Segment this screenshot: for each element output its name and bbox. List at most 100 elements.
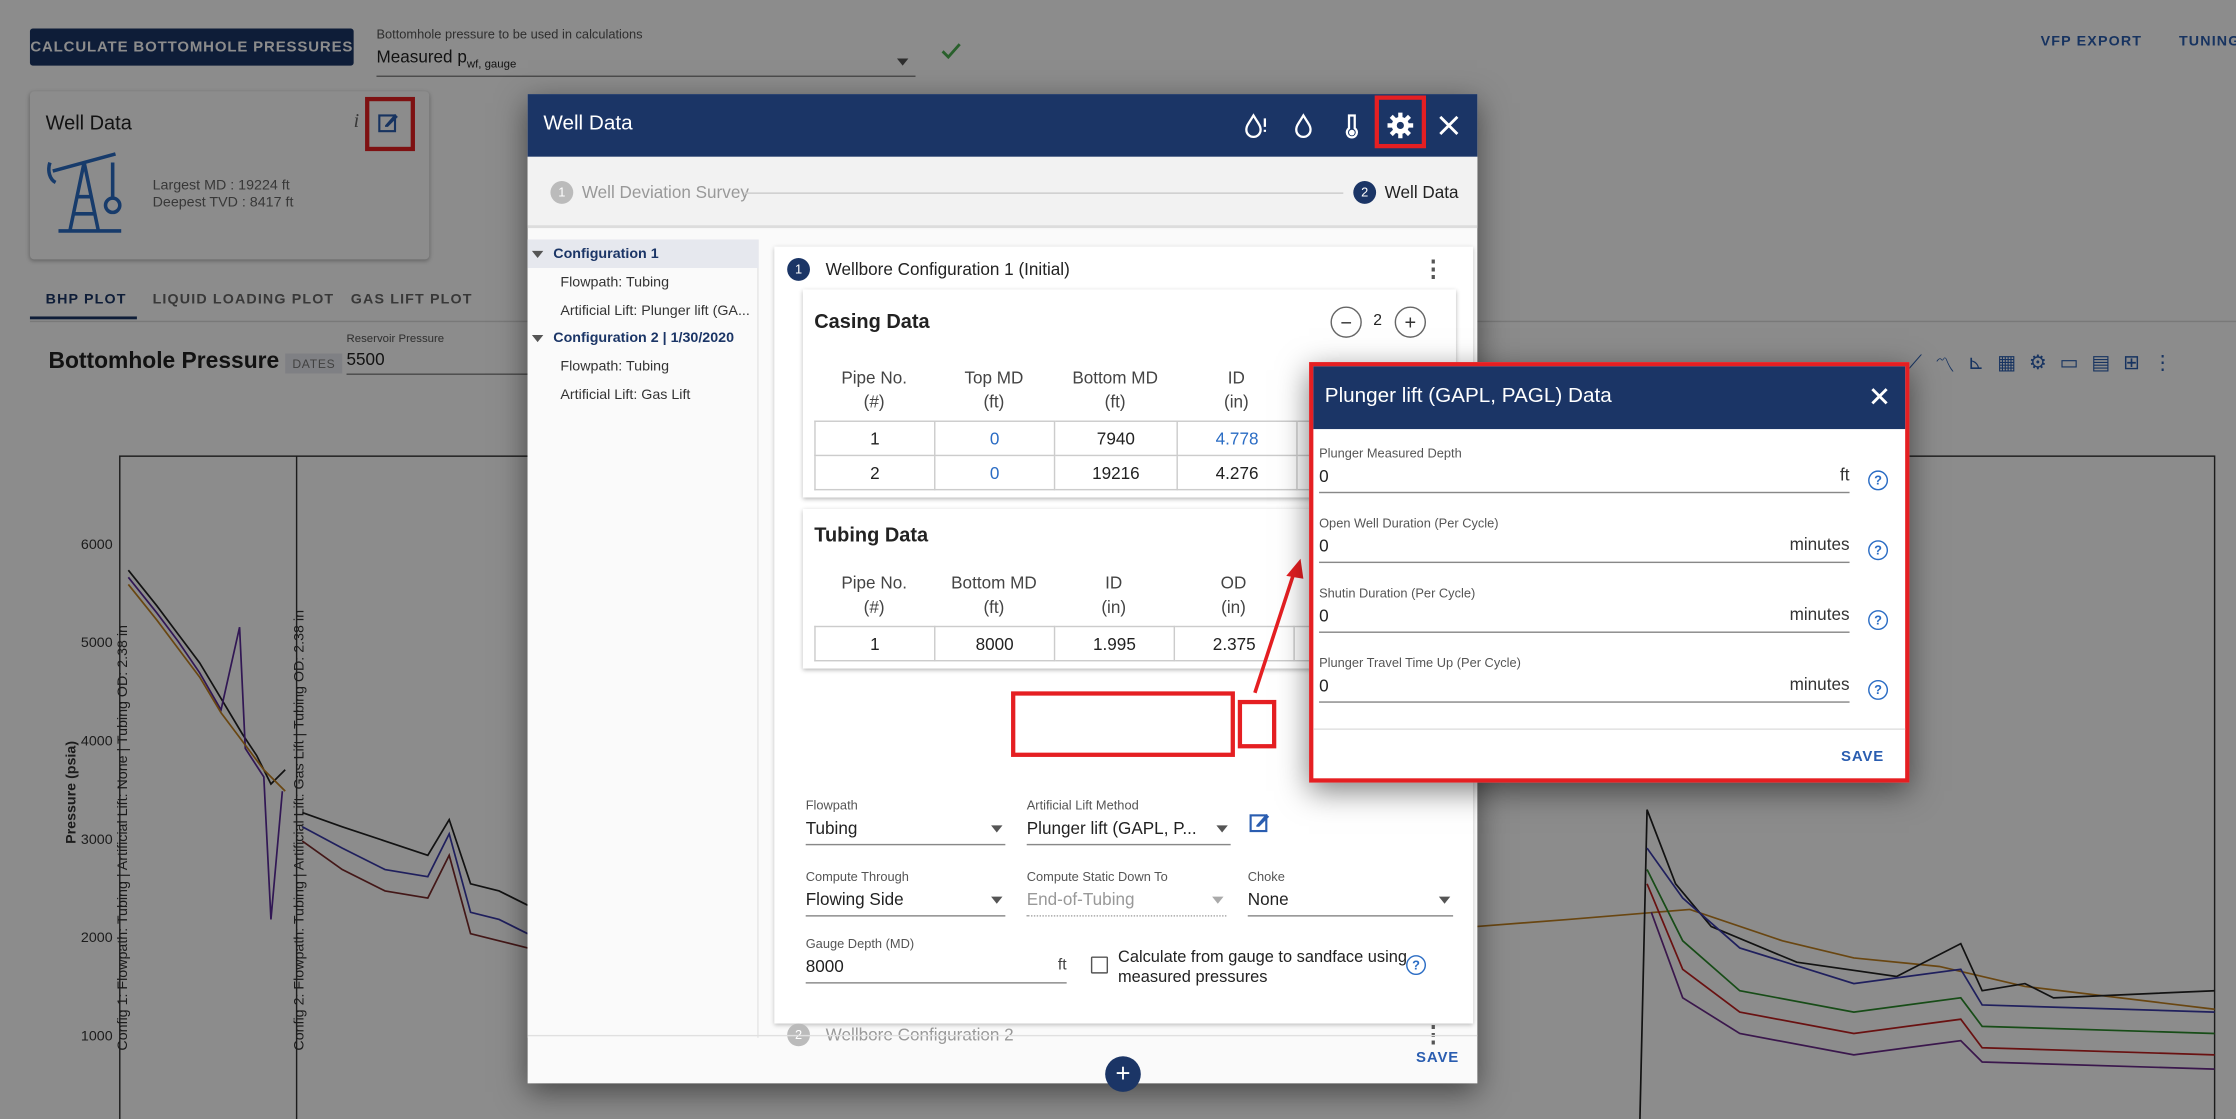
highlight-box-gear <box>1374 95 1427 149</box>
compute-through-value: Flowing Side <box>805 884 1006 917</box>
field-unit: minutes <box>1789 674 1850 695</box>
lift-method-value: Plunger lift (GAPL, P... <box>1026 813 1231 846</box>
cell[interactable]: 1 <box>814 625 936 662</box>
shutin-duration-field[interactable]: Shutin Duration (Per Cycle) 0 minutes <box>1319 585 1850 633</box>
configuration-tree: Configuration 1 Flowpath: Tubing Artific… <box>527 239 759 1038</box>
gauge-depth-unit: ft <box>1057 956 1067 974</box>
field-unit: minutes <box>1789 604 1850 625</box>
field-label: Plunger Measured Depth <box>1319 446 1462 461</box>
cell[interactable]: 2 <box>814 454 936 491</box>
highlight-box-lift-method <box>1011 691 1235 757</box>
dialog-title: Well Data <box>543 112 633 136</box>
chevron-down-icon[interactable] <box>531 334 544 343</box>
thermometer-icon[interactable] <box>1338 111 1367 140</box>
tubing-title: Tubing Data <box>814 523 929 546</box>
tree-config2[interactable]: Configuration 2 | 1/30/2020 <box>553 331 734 347</box>
field-label: Shutin Duration (Per Cycle) <box>1319 585 1476 601</box>
cell[interactable]: 8000 <box>934 625 1056 662</box>
field-unit: minutes <box>1789 534 1850 555</box>
dialog-header: Well Data <box>527 94 1478 157</box>
tree-config1-flowpath[interactable]: Flowpath: Tubing <box>560 275 669 291</box>
gauge-depth-field[interactable]: Gauge Depth (MD) 8000 ft <box>805 937 1067 984</box>
cell[interactable]: 7940 <box>1053 420 1178 457</box>
col-header: Pipe No. (#) <box>841 367 907 412</box>
step-well-deviation-survey[interactable]: Well Deviation Survey <box>582 182 749 202</box>
chevron-down-icon[interactable] <box>531 250 544 259</box>
open-well-duration-input[interactable]: 0 minutes <box>1319 532 1850 564</box>
compute-through-select[interactable]: Compute Through Flowing Side <box>805 869 1006 917</box>
casing-count: 2 <box>1373 312 1382 330</box>
add-icon[interactable]: + <box>1394 306 1427 338</box>
stepper-connector <box>744 192 1344 194</box>
highlight-box-lift-edit <box>1237 699 1277 749</box>
tree-config1[interactable]: Configuration 1 <box>553 247 658 263</box>
plunger-depth-input[interactable]: 0 ft <box>1319 462 1850 494</box>
close-icon[interactable] <box>1870 386 1890 406</box>
edit-icon[interactable] <box>1249 813 1270 834</box>
tree-config2-lift[interactable]: Artificial Lift: Gas Lift <box>560 388 690 404</box>
plunger-travel-time-field[interactable]: Plunger Travel Time Up (Per Cycle) 0 minu… <box>1319 655 1850 703</box>
water-alert-icon[interactable] <box>1242 111 1271 140</box>
cell[interactable]: 1.995 <box>1053 625 1176 662</box>
choke-select[interactable]: Choke None <box>1247 869 1454 917</box>
help-icon[interactable]: ? <box>1868 679 1889 700</box>
help-icon[interactable]: ? <box>1406 955 1427 976</box>
chevron-down-icon <box>1438 896 1451 904</box>
arrow-annotation <box>1253 558 1304 694</box>
gauge-depth-input[interactable]: 8000 ft <box>805 951 1067 984</box>
shutin-duration-input[interactable]: 0 minutes <box>1319 602 1850 633</box>
cell[interactable]: 0 <box>934 420 1056 457</box>
chevron-down-icon <box>991 896 1003 904</box>
lift-method-label: Artificial Lift Method <box>1026 798 1139 813</box>
help-icon[interactable]: ? <box>1868 540 1889 561</box>
chevron-down-icon <box>1212 896 1224 904</box>
calc-gauge-checkbox[interactable] <box>1090 956 1109 974</box>
stepper: 1 Well Deviation Survey 2 Well Data <box>527 156 1478 229</box>
plunger-depth-field[interactable]: Plunger Measured Depth 0 ft <box>1319 446 1850 494</box>
choke-value: None <box>1247 884 1454 917</box>
chevron-down-icon <box>1216 825 1228 833</box>
cell[interactable]: 4.276 <box>1176 454 1298 491</box>
open-well-duration-field[interactable]: Open Well Duration (Per Cycle) 0 minutes <box>1319 516 1850 564</box>
help-icon[interactable]: ? <box>1868 610 1889 631</box>
col-header: Top MD (ft) <box>964 367 1024 412</box>
field-label: Plunger Travel Time Up (Per Cycle) <box>1319 655 1521 670</box>
footer-divider <box>527 1034 1478 1037</box>
wellbore1-title: Wellbore Configuration 1 (Initial) <box>825 259 1070 280</box>
close-icon[interactable] <box>1435 111 1464 140</box>
wellbore1-number: 1 <box>787 258 810 281</box>
footer-divider <box>1313 728 1906 730</box>
more-vert-icon[interactable]: ⋮ <box>1422 255 1445 284</box>
calc-gauge-label: Calculate from gauge to sandface using me… <box>1117 949 1407 987</box>
plunger-travel-time-input[interactable]: 0 minutes <box>1319 671 1850 703</box>
plunger-save-button[interactable]: SAVE <box>1841 748 1884 765</box>
cell[interactable]: 1 <box>814 420 936 457</box>
compute-through-label: Compute Through <box>805 869 909 884</box>
casing-title: Casing Data <box>814 309 930 333</box>
col-header: Bottom MD (ft) <box>1072 367 1158 412</box>
water-drop-icon[interactable] <box>1289 111 1318 140</box>
compute-static-value: End-of-Tubing <box>1026 884 1227 917</box>
lift-method-select[interactable]: Artificial Lift Method Plunger lift (GAP… <box>1026 798 1231 846</box>
tree-config1-lift[interactable]: Artificial Lift: Plunger lift (GA... <box>560 304 749 320</box>
step1-number: 1 <box>550 181 574 204</box>
flowpath-value: Tubing <box>805 813 1006 846</box>
col-header: ID (in) <box>1101 573 1127 618</box>
col-header: Bottom MD (ft) <box>951 573 1037 618</box>
plunger-lift-dialog: Plunger lift (GAPL, PAGL) Data Plunger M… <box>1309 362 1910 783</box>
col-header: ID (in) <box>1223 367 1249 412</box>
cell[interactable]: 4.778 <box>1176 420 1298 457</box>
cell[interactable]: 0 <box>934 454 1056 491</box>
step-well-data[interactable]: Well Data <box>1385 182 1459 202</box>
save-button[interactable]: SAVE <box>1416 1049 1459 1066</box>
tree-config2-flowpath[interactable]: Flowpath: Tubing <box>560 359 669 375</box>
choke-label: Choke <box>1247 869 1285 884</box>
compute-static-select: Compute Static Down To End-of-Tubing <box>1026 870 1227 917</box>
flowpath-select[interactable]: Flowpath Tubing <box>805 798 1006 846</box>
flowpath-label: Flowpath <box>805 798 858 813</box>
remove-icon[interactable]: − <box>1330 306 1362 338</box>
add-configuration-button[interactable]: + <box>1105 1056 1141 1092</box>
chevron-down-icon <box>991 825 1003 833</box>
help-icon[interactable]: ? <box>1868 470 1889 491</box>
cell[interactable]: 19216 <box>1053 454 1178 491</box>
